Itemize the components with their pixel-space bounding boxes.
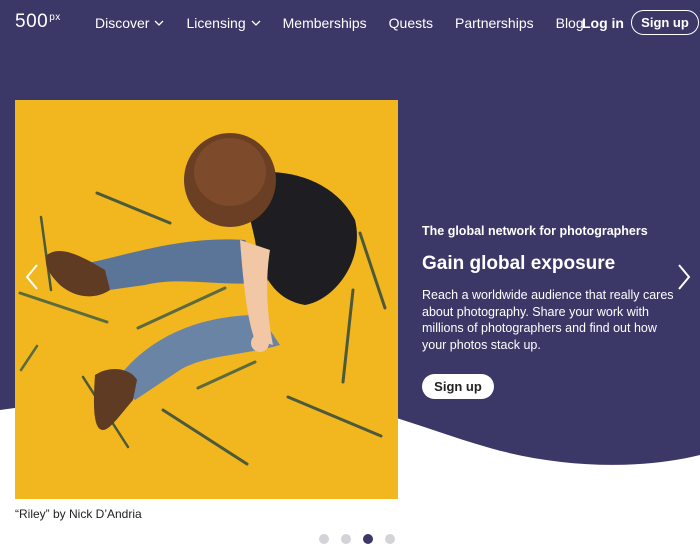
nav-item-memberships[interactable]: Memberships: [283, 15, 367, 31]
carousel-dots: [319, 534, 395, 544]
photo-illustration: [15, 100, 398, 499]
photo-caption: “Riley” by Nick D’Andria: [15, 507, 142, 521]
signup-button-hero[interactable]: Sign up: [422, 374, 494, 399]
logo-500px[interactable]: 500px: [15, 11, 61, 33]
signup-button-nav[interactable]: Sign up: [631, 10, 699, 35]
top-nav: 500px Discover Licensing Memberships Que…: [0, 0, 700, 46]
carousel-dot-1[interactable]: [319, 534, 329, 544]
hero-photo: [15, 100, 398, 499]
hero-description: Reach a worldwide audience that really c…: [422, 288, 674, 352]
nav-item-partnerships[interactable]: Partnerships: [455, 15, 534, 31]
nav-item-discover[interactable]: Discover: [95, 15, 164, 31]
hero-headline: Gain global exposure: [422, 253, 616, 274]
login-link[interactable]: Log in: [582, 15, 624, 31]
chevron-right-icon[interactable]: [674, 262, 696, 292]
chevron-down-icon: [251, 20, 261, 26]
carousel-dot-3[interactable]: [363, 534, 373, 544]
nav-item-blog[interactable]: Blog: [556, 15, 584, 31]
nav-menu: Discover Licensing Memberships Quests Pa…: [95, 15, 606, 31]
nav-item-licensing[interactable]: Licensing: [186, 15, 261, 31]
chevron-left-icon[interactable]: [22, 262, 44, 292]
chevron-down-icon: [155, 20, 164, 26]
carousel-dot-2[interactable]: [341, 534, 351, 544]
carousel-dot-4[interactable]: [385, 534, 395, 544]
hero-tagline: The global network for photographers: [422, 224, 648, 238]
nav-item-quests[interactable]: Quests: [389, 15, 433, 31]
